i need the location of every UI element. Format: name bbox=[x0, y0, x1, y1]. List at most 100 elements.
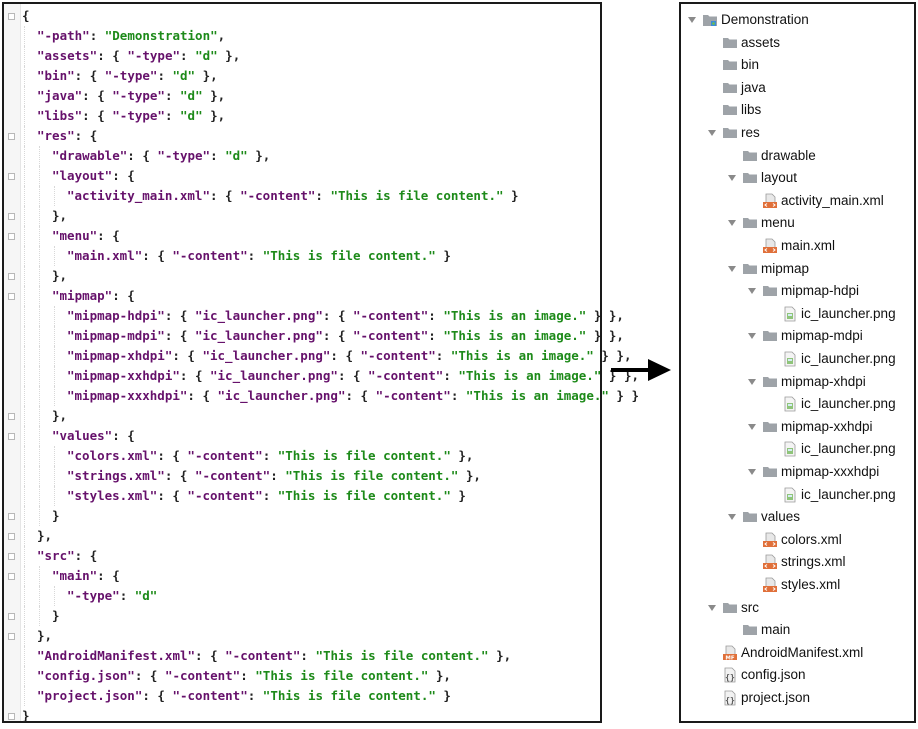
tree-item[interactable]: ic_launcher.png bbox=[766, 485, 896, 505]
tree-item-label: config.json bbox=[741, 667, 806, 683]
json-key: "colors.xml" bbox=[67, 448, 158, 463]
project-tree[interactable]: Demonstration assets bin java libs res drawabl… bbox=[679, 2, 916, 723]
tree-item[interactable]: {} project.json bbox=[706, 688, 810, 708]
json-punctuation: : bbox=[157, 68, 173, 83]
tree-item[interactable]: menu bbox=[726, 213, 795, 233]
expand-toggle-icon[interactable] bbox=[746, 285, 758, 297]
fold-start-marker[interactable] bbox=[8, 233, 15, 240]
fold-end-marker[interactable] bbox=[8, 273, 15, 280]
tree-item[interactable]: bin bbox=[706, 55, 759, 75]
fold-start-marker[interactable] bbox=[8, 433, 15, 440]
tree-item[interactable]: drawable bbox=[726, 146, 816, 166]
fold-end-marker[interactable] bbox=[8, 613, 15, 620]
json-code[interactable]: {"-path": "Demonstration", "assets": { "-… bbox=[22, 6, 639, 726]
tree-item[interactable]: mipmap-hdpi bbox=[746, 281, 859, 301]
tree-item[interactable]: activity_main.xml bbox=[746, 191, 884, 211]
expand-toggle-icon[interactable] bbox=[726, 511, 738, 523]
expand-toggle-icon[interactable] bbox=[746, 421, 758, 433]
tree-item[interactable]: main.xml bbox=[746, 236, 835, 256]
tree-item[interactable]: ic_launcher.png bbox=[766, 349, 896, 369]
fold-start-marker[interactable] bbox=[8, 173, 15, 180]
tree-item-label: libs bbox=[741, 102, 762, 118]
fold-start-marker[interactable] bbox=[8, 133, 15, 140]
tree-item[interactable]: mipmap-xxhdpi bbox=[746, 417, 873, 437]
json-punctuation: : { bbox=[210, 188, 241, 203]
folder-icon bbox=[722, 57, 738, 73]
indent-guide bbox=[24, 426, 25, 446]
tree-item[interactable]: mipmap-xhdpi bbox=[746, 372, 866, 392]
fold-end-marker[interactable] bbox=[8, 413, 15, 420]
json-key: "-content" bbox=[172, 248, 248, 263]
fold-end-marker[interactable] bbox=[8, 633, 15, 640]
tree-item[interactable]: styles.xml bbox=[746, 575, 840, 595]
tree-item[interactable]: ic_launcher.png bbox=[766, 394, 896, 414]
tree-item[interactable]: java bbox=[706, 78, 766, 98]
code-line: "bin": { "-type": "d" }, bbox=[22, 66, 600, 86]
tree-item[interactable]: src bbox=[706, 598, 759, 618]
tree-item[interactable]: mipmap-xxxhdpi bbox=[746, 462, 879, 482]
json-editor[interactable]: {"-path": "Demonstration", "assets": { "-… bbox=[2, 2, 639, 726]
json-key: "-type" bbox=[127, 48, 181, 63]
tree-item[interactable]: ic_launcher.png bbox=[766, 304, 896, 324]
indent-guide bbox=[24, 446, 25, 466]
tree-item[interactable]: ic_launcher.png bbox=[766, 439, 896, 459]
json-string: "This is file content." bbox=[262, 688, 436, 703]
fold-end-marker[interactable] bbox=[8, 513, 15, 520]
json-string: "Demonstration" bbox=[104, 28, 218, 43]
json-key: "values" bbox=[52, 428, 113, 443]
json-string: "d" bbox=[180, 88, 203, 103]
tree-item[interactable]: strings.xml bbox=[746, 552, 846, 572]
tree-item-label: main bbox=[761, 622, 791, 638]
indent-guide bbox=[39, 406, 40, 426]
json-key: "styles.xml" bbox=[67, 488, 158, 503]
expand-toggle-icon[interactable] bbox=[726, 172, 738, 184]
code-line: "assets": { "-type": "d" }, bbox=[22, 46, 600, 66]
fold-start-marker[interactable] bbox=[8, 293, 15, 300]
expand-toggle-icon[interactable] bbox=[726, 217, 738, 229]
expand-toggle-icon[interactable] bbox=[746, 466, 758, 478]
json-punctuation: : bbox=[262, 488, 278, 503]
expand-toggle-icon[interactable] bbox=[746, 330, 758, 342]
tree-item-label: mipmap-hdpi bbox=[781, 283, 860, 299]
tree-item[interactable]: main bbox=[726, 620, 790, 640]
json-punctuation: : { bbox=[74, 128, 98, 143]
indent-guide bbox=[54, 306, 55, 326]
tree-item[interactable]: res bbox=[706, 123, 760, 143]
tree-item[interactable]: {} config.json bbox=[706, 665, 806, 685]
tree-item[interactable]: Demonstration bbox=[686, 10, 809, 30]
json-punctuation: : { bbox=[164, 468, 195, 483]
tree-item[interactable]: mipmap bbox=[726, 259, 809, 279]
json-key: "ic_launcher.png" bbox=[217, 388, 346, 403]
tree-item[interactable]: MF AndroidManifest.xml bbox=[706, 643, 863, 663]
tree-item[interactable]: mipmap-mdpi bbox=[746, 326, 863, 346]
indent-guide bbox=[54, 386, 55, 406]
tree-item[interactable]: values bbox=[726, 507, 800, 527]
tree-item[interactable]: assets bbox=[706, 33, 780, 53]
json-punctuation: }, bbox=[52, 268, 68, 283]
tree-item[interactable]: layout bbox=[726, 168, 797, 188]
expand-toggle-icon[interactable] bbox=[706, 127, 718, 139]
tree-item[interactable]: colors.xml bbox=[746, 530, 842, 550]
tree-item-label: java bbox=[741, 79, 766, 95]
fold-end-marker[interactable] bbox=[8, 213, 15, 220]
tree-item[interactable]: libs bbox=[706, 100, 761, 120]
fold-start-marker[interactable] bbox=[8, 553, 15, 560]
expand-toggle-icon[interactable] bbox=[726, 263, 738, 275]
expand-toggle-icon[interactable] bbox=[706, 602, 718, 614]
json-punctuation: : bbox=[300, 648, 316, 663]
folder-icon bbox=[722, 102, 738, 118]
fold-end-marker[interactable] bbox=[8, 533, 15, 540]
fold-start-marker[interactable] bbox=[8, 13, 15, 20]
json-punctuation: : { bbox=[164, 308, 195, 323]
fold-end-marker[interactable] bbox=[8, 713, 15, 720]
json-punctuation: : { bbox=[142, 248, 173, 263]
expand-toggle-icon[interactable] bbox=[686, 14, 698, 26]
fold-start-marker[interactable] bbox=[8, 573, 15, 580]
json-key: "drawable" bbox=[52, 148, 128, 163]
expand-toggle-icon[interactable] bbox=[746, 376, 758, 388]
json-key: "mipmap" bbox=[52, 288, 113, 303]
